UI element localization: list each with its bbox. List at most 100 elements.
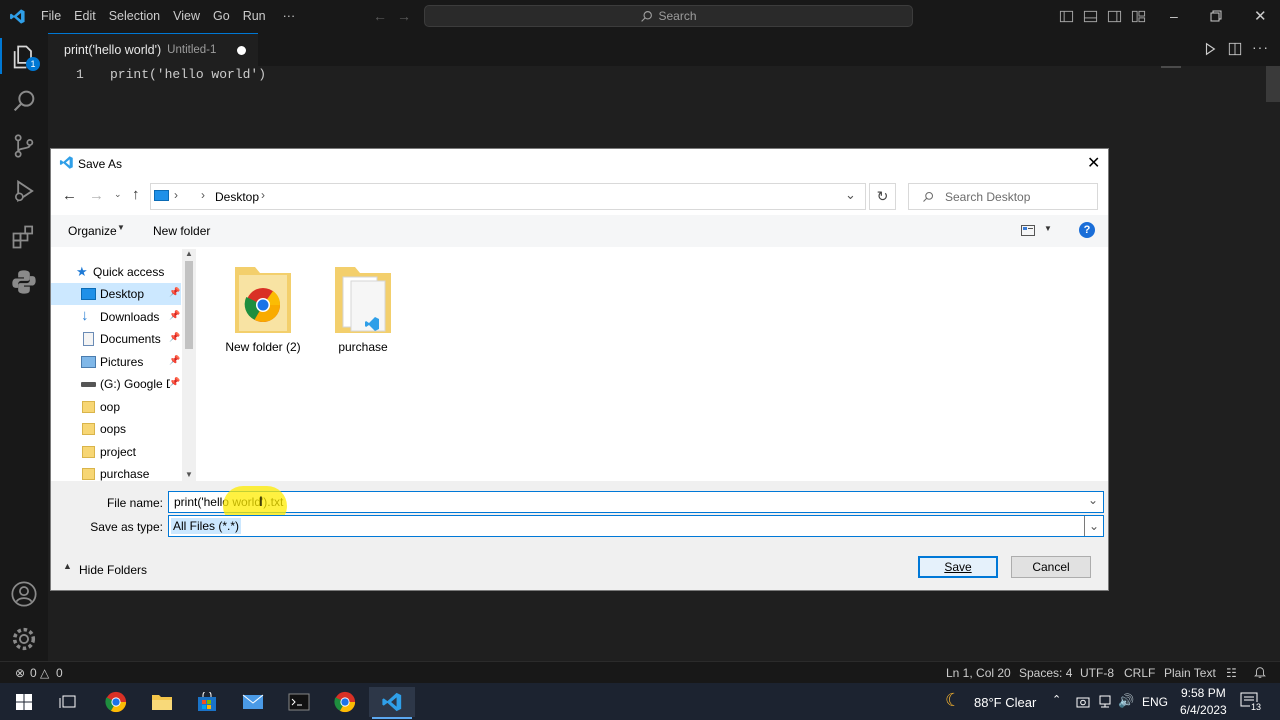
python-icon[interactable]	[10, 268, 38, 296]
task-view-button[interactable]	[48, 687, 88, 717]
hide-folders-button[interactable]: Hide Folders	[79, 563, 147, 577]
forward-arrow-icon[interactable]: →	[397, 8, 411, 24]
weather-text[interactable]: 88°F Clear	[974, 695, 1036, 710]
menu-run[interactable]: Run	[243, 9, 266, 23]
end-of-line[interactable]: CRLF	[1124, 666, 1155, 680]
run-file-icon[interactable]	[1203, 42, 1217, 56]
errors-icon[interactable]: ⊗	[15, 666, 25, 680]
indentation[interactable]: Spaces: 4	[1019, 666, 1072, 680]
organize-button[interactable]: Organize	[68, 224, 117, 238]
menu-view[interactable]: View	[173, 9, 200, 23]
manage-gear-icon[interactable]	[10, 625, 38, 653]
unsaved-dot-icon[interactable]	[237, 46, 246, 55]
forward-arrow-icon[interactable]: →	[89, 187, 104, 204]
volume-icon[interactable]: 🔊	[1118, 693, 1134, 709]
toggle-panel-icon[interactable]	[1083, 9, 1098, 24]
recent-locations-chevron-icon[interactable]: ⌄	[114, 189, 122, 200]
close-window-icon[interactable]: ✕	[1254, 7, 1267, 25]
hide-folders-chevron-icon[interactable]: ▲	[63, 561, 72, 571]
menu-edit[interactable]: Edit	[74, 9, 96, 23]
back-arrow-icon[interactable]: ←	[62, 187, 77, 204]
taskbar-store[interactable]	[187, 687, 227, 717]
new-folder-button[interactable]: New folder	[153, 224, 210, 238]
clock-time[interactable]: 9:58 PM	[1181, 686, 1226, 700]
save-button[interactable]: Save	[918, 556, 998, 578]
feedback-icon[interactable]: ☷	[1226, 666, 1237, 680]
weather-moon-icon[interactable]: ☾	[945, 690, 961, 711]
menu-more[interactable]: ···	[283, 9, 296, 23]
breadcrumb-chevron-icon[interactable]: ›	[201, 188, 205, 202]
more-actions-icon[interactable]: ···	[1252, 39, 1269, 55]
refresh-icon[interactable]: ↻	[869, 183, 896, 210]
search-view-icon[interactable]	[10, 87, 38, 115]
file-name-input[interactable]: print('hello world').txt ⌄	[168, 491, 1104, 513]
start-button[interactable]	[4, 687, 44, 717]
accounts-icon[interactable]	[10, 580, 38, 608]
save-type-dropdown-icon[interactable]: ⌄	[1084, 516, 1103, 536]
nav-scrollbar[interactable]: ▲ ▼	[182, 249, 196, 481]
editor-tab-untitled-1[interactable]: print('hello world') Untitled-1	[48, 33, 258, 66]
nav-item-oops[interactable]: oops	[51, 418, 181, 440]
code-line[interactable]: print('hello world')	[110, 67, 266, 82]
dialog-search-box[interactable]: Search Desktop	[908, 183, 1098, 210]
toggle-secondary-sidebar-icon[interactable]	[1107, 9, 1122, 24]
warnings-icon[interactable]: △	[40, 666, 49, 680]
source-control-icon[interactable]	[10, 132, 38, 160]
taskbar-chrome-2[interactable]	[325, 687, 365, 717]
network-icon[interactable]	[1098, 695, 1112, 709]
nav-item-google-drive[interactable]: (G:) Google D 📌	[51, 373, 181, 395]
nav-item-documents[interactable]: Documents 📌	[51, 328, 181, 350]
taskbar-mail[interactable]	[233, 687, 273, 717]
run-and-debug-icon[interactable]	[10, 177, 38, 205]
cursor-position[interactable]: Ln 1, Col 20	[946, 666, 1011, 680]
nav-item-pictures[interactable]: Pictures 📌	[51, 351, 181, 373]
tray-camera-icon[interactable]	[1076, 695, 1090, 709]
scroll-down-icon[interactable]: ▼	[185, 470, 193, 479]
organize-dropdown-icon[interactable]: ▼	[117, 223, 125, 232]
nav-item-desktop[interactable]: Desktop 📌	[51, 283, 181, 305]
extensions-icon[interactable]	[10, 223, 38, 251]
nav-item-quick-access[interactable]: ★ Quick access	[51, 261, 181, 283]
nav-item-oop[interactable]: oop	[51, 396, 181, 418]
notifications-bell-icon[interactable]	[1253, 665, 1267, 679]
breadcrumb-chevron-icon[interactable]: ›	[261, 188, 265, 202]
scroll-up-icon[interactable]: ▲	[185, 249, 193, 258]
view-dropdown-icon[interactable]: ▼	[1044, 224, 1052, 233]
errors-count[interactable]: 0	[30, 666, 37, 680]
minimize-icon[interactable]: –	[1170, 8, 1178, 24]
back-arrow-icon[interactable]: ←	[373, 8, 387, 24]
breadcrumb-chevron-icon[interactable]: ›	[174, 188, 178, 202]
breadcrumb-desktop[interactable]: Desktop	[215, 190, 259, 204]
command-center-search[interactable]: Search	[424, 5, 913, 27]
menu-file[interactable]: File	[41, 9, 61, 23]
file-item-new-folder-2[interactable]: New folder (2)	[221, 261, 305, 354]
nav-item-project[interactable]: project	[51, 441, 181, 463]
taskbar-chrome[interactable]	[96, 687, 136, 717]
cancel-button[interactable]: Cancel	[1011, 556, 1091, 578]
tray-overflow-icon[interactable]: ⌃	[1052, 693, 1061, 706]
encoding[interactable]: UTF-8	[1080, 666, 1114, 680]
help-icon[interactable]: ?	[1079, 222, 1095, 238]
view-options-icon[interactable]	[1021, 225, 1035, 236]
language-mode[interactable]: Plain Text	[1164, 666, 1216, 680]
dialog-close-icon[interactable]: ✕	[1087, 153, 1100, 173]
customize-layout-icon[interactable]	[1131, 9, 1146, 24]
warnings-count[interactable]: 0	[56, 666, 63, 680]
address-bar[interactable]: › › Desktop › ⌄	[150, 183, 866, 210]
file-item-purchase[interactable]: purchase	[321, 261, 405, 354]
scrollbar-thumb[interactable]	[1266, 66, 1280, 102]
taskbar-file-explorer[interactable]	[142, 687, 182, 717]
input-language[interactable]: ENG	[1142, 695, 1168, 709]
save-type-select[interactable]: All Files (*.*) ⌄	[168, 515, 1104, 537]
split-editor-icon[interactable]	[1228, 42, 1242, 56]
scroll-thumb[interactable]	[185, 261, 193, 349]
restore-icon[interactable]	[1210, 10, 1222, 22]
clock-date[interactable]: 6/4/2023	[1180, 703, 1227, 717]
taskbar-terminal[interactable]	[279, 687, 319, 717]
taskbar-vscode[interactable]	[369, 687, 415, 717]
address-dropdown-icon[interactable]: ⌄	[845, 187, 856, 203]
file-name-dropdown-icon[interactable]: ⌄	[1088, 493, 1098, 507]
menu-selection[interactable]: Selection	[109, 9, 160, 23]
nav-item-downloads[interactable]: ↓ Downloads 📌	[51, 306, 181, 328]
toggle-primary-sidebar-icon[interactable]	[1059, 9, 1074, 24]
